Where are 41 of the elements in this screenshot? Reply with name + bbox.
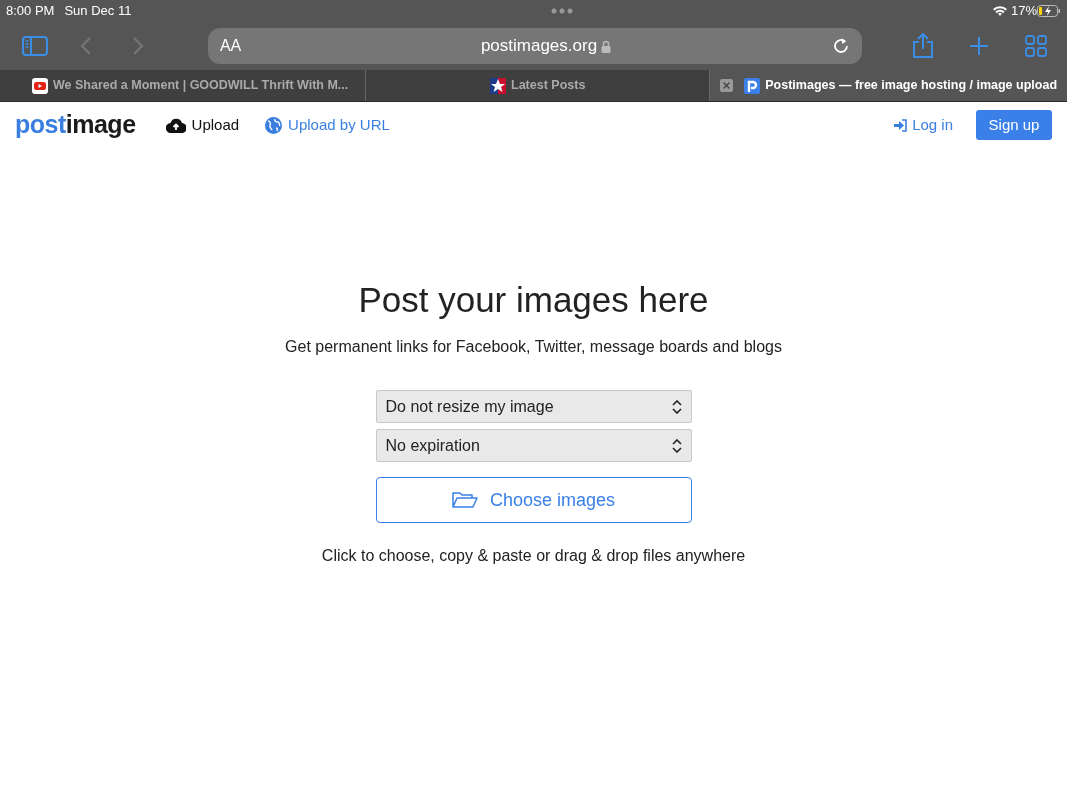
dropdown-select[interactable]: Do not resize my image bbox=[375, 390, 692, 423]
forward-icon[interactable] bbox=[131, 36, 144, 56]
browser-tab[interactable]: Postimages — free image hosting / image upload bbox=[710, 70, 1067, 101]
share-icon[interactable] bbox=[912, 33, 935, 59]
sidebar-icon[interactable] bbox=[22, 36, 48, 56]
log-in-link[interactable]: Log in bbox=[894, 113, 953, 137]
wifi-icon bbox=[991, 5, 1008, 17]
page-heading: Post your images here bbox=[358, 282, 709, 317]
plus-icon[interactable] bbox=[969, 36, 990, 56]
sign-in-icon bbox=[894, 118, 909, 132]
folder-icon bbox=[451, 491, 478, 509]
star-favicon-icon bbox=[490, 77, 507, 94]
text-size-button[interactable]: AA bbox=[219, 34, 260, 58]
close-icon[interactable] bbox=[720, 79, 734, 92]
reload-icon[interactable] bbox=[832, 37, 851, 55]
browser-tab[interactable]: Latest Posts bbox=[366, 70, 711, 101]
lock-icon bbox=[601, 39, 612, 53]
battery-charging-icon bbox=[1037, 5, 1061, 17]
globe-icon bbox=[265, 116, 283, 134]
choose-images-button[interactable]: Choose images bbox=[375, 477, 692, 523]
upload-link[interactable]: Upload bbox=[165, 113, 240, 137]
postimage-logo[interactable]: postimage bbox=[15, 106, 136, 144]
status-date: Sun Dec 11 bbox=[64, 2, 132, 21]
more-icon[interactable] bbox=[550, 8, 573, 14]
p-favicon-icon bbox=[744, 77, 761, 94]
back-icon[interactable] bbox=[79, 36, 92, 56]
up-down-chevron-icon bbox=[671, 438, 682, 453]
upload-hint: Click to choose, copy & paste or drag & drop files anywhere bbox=[321, 546, 746, 566]
browser-tab[interactable]: We Shared a Moment | GOODWILL Thrift With M... bbox=[0, 70, 367, 101]
up-down-chevron-icon bbox=[671, 399, 682, 414]
sign-up-button[interactable]: Sign up bbox=[976, 110, 1052, 140]
upload-by-url-link[interactable]: Upload by URL bbox=[265, 113, 390, 137]
cloud-upload-icon bbox=[165, 117, 186, 133]
page-subheading: Get permanent links for Facebook, Twitter, message boards and blogs bbox=[285, 337, 782, 357]
battery-percent: 17% bbox=[1010, 2, 1037, 21]
tabs-grid-icon[interactable] bbox=[1025, 35, 1047, 57]
url-text: postimages.org bbox=[480, 35, 598, 58]
video-favicon-icon bbox=[32, 77, 48, 94]
status-time: 8:00 PM bbox=[6, 2, 55, 21]
address-bar[interactable]: AA postimages.org bbox=[207, 28, 863, 64]
dropdown-select[interactable]: No expiration bbox=[375, 429, 692, 462]
